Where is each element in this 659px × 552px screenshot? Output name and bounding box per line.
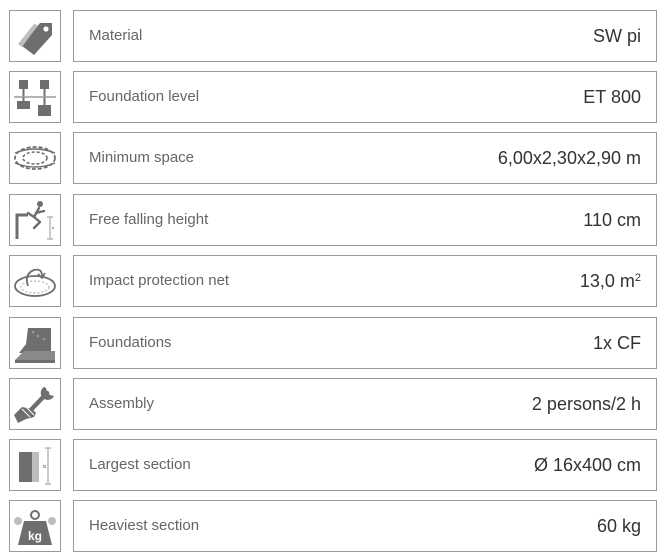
spec-row-foundation-level: Foundation level ET 800 <box>0 71 659 123</box>
foundation-level-icon <box>9 71 61 123</box>
spec-value-number: 13,0 m <box>579 271 635 291</box>
spec-value-superscript: 2 <box>634 272 641 284</box>
weight-icon-text: kg <box>28 529 42 543</box>
spec-foundation-level: Foundation level ET 800 <box>73 71 657 123</box>
spec-value: 2 persons/2 h <box>531 394 641 414</box>
spec-value: 13,0 m2 <box>580 256 641 306</box>
spec-free-falling-height: Free falling height 110 cm <box>73 194 657 246</box>
spec-row-free-falling-height: Free falling height 110 cm <box>0 194 659 246</box>
spec-label: Free falling height <box>89 211 209 228</box>
spec-heaviest-section: Heaviest section 60 kg <box>73 500 657 552</box>
spec-impact-protection-net: Impact protection net 13,0 m2 <box>73 255 657 307</box>
spec-label: Minimum space <box>89 149 195 166</box>
spec-label: Foundations <box>89 334 172 351</box>
spec-value: SW pi <box>592 26 641 46</box>
tag-icon <box>9 10 61 62</box>
minimum-space-icon <box>9 132 61 184</box>
largest-section-icon <box>9 439 61 491</box>
weight-icon: kg <box>9 500 61 552</box>
spec-value: 6,00x2,30x2,90 m <box>497 148 641 168</box>
spec-row-minimum-space: Minimum space 6,00x2,30x2,90 m <box>0 132 659 184</box>
spec-value: ET 800 <box>583 87 641 107</box>
spec-row-heaviest-section: kg Heaviest section 60 kg <box>0 500 659 552</box>
spec-value: 110 cm <box>583 210 641 230</box>
spec-row-material: Material SW pi <box>0 10 659 62</box>
spec-row-foundations: Foundations 1x CF <box>0 317 659 369</box>
spec-label: Heaviest section <box>89 517 200 534</box>
impact-net-icon <box>9 255 61 307</box>
spec-label: Material <box>89 27 143 44</box>
spec-foundations: Foundations 1x CF <box>73 317 657 369</box>
spec-label: Assembly <box>89 395 155 412</box>
spec-material: Material SW pi <box>73 10 657 62</box>
spec-row-assembly: Assembly 2 persons/2 h <box>0 378 659 430</box>
spec-label: Foundation level <box>89 88 200 105</box>
spec-value: 1x CF <box>592 333 641 353</box>
spec-value: 60 kg <box>596 516 641 536</box>
spec-label: Impact protection net <box>89 272 230 289</box>
spec-value: Ø 16x400 cm <box>533 455 641 475</box>
wrench-hand-icon <box>9 378 61 430</box>
spec-label: Largest section <box>89 456 191 473</box>
spec-row-impact-protection-net: Impact protection net 13,0 m2 <box>0 255 659 307</box>
spec-assembly: Assembly 2 persons/2 h <box>73 378 657 430</box>
concrete-foundation-icon <box>9 317 61 369</box>
spec-row-largest-section: Largest section Ø 16x400 cm <box>0 439 659 491</box>
spec-largest-section: Largest section Ø 16x400 cm <box>73 439 657 491</box>
spec-minimum-space: Minimum space 6,00x2,30x2,90 m <box>73 132 657 184</box>
falling-person-icon <box>9 194 61 246</box>
